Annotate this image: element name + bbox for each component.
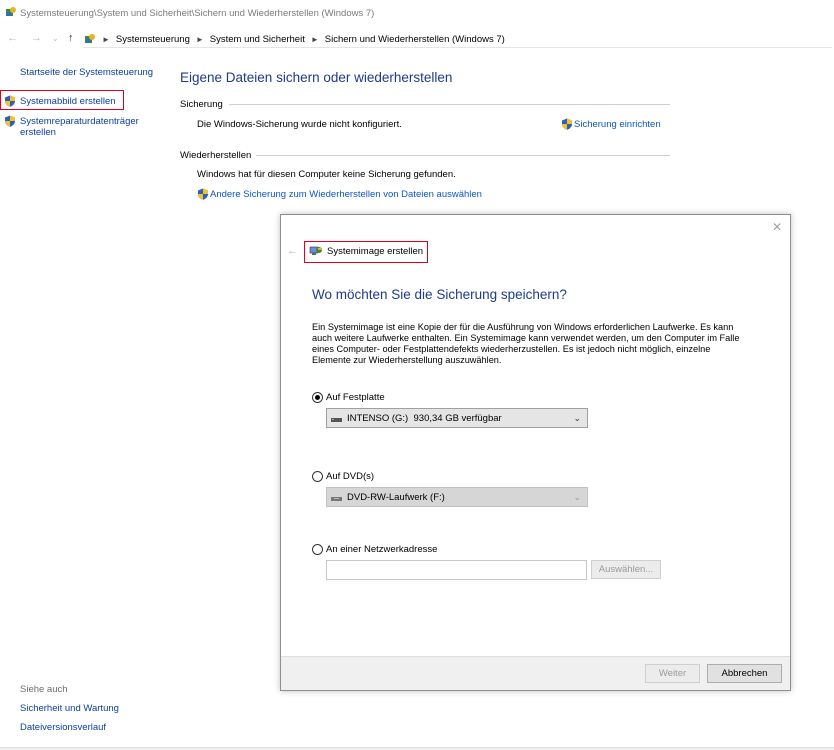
radio-label: Auf Festplatte	[326, 392, 385, 403]
group-divider	[229, 104, 670, 105]
dialog-question: Wo möchten Sie die Sicherung speichern?	[312, 287, 567, 302]
dialog-title: Systemimage erstellen	[327, 245, 424, 257]
page-title: Eigene Dateien sichern oder wiederherste…	[180, 70, 453, 85]
uac-shield-icon	[198, 188, 208, 200]
uac-shield-icon	[5, 115, 15, 127]
uac-shield-icon	[5, 95, 15, 107]
arrow-left-icon[interactable]: ←	[287, 245, 298, 257]
window-title: Systemsteuerung\System und Sicherheit\Si…	[20, 8, 375, 19]
group-label-wiederherstellen: Wiederherstellen	[180, 150, 252, 161]
create-system-image-dialog: ✕ ← Systemimage erstellen Wo möchten Sie…	[280, 214, 791, 691]
browse-button[interactable]: Auswählen...	[591, 560, 661, 579]
arrow-left-icon[interactable]: ←	[7, 32, 18, 44]
cancel-button[interactable]: Abbrechen	[707, 664, 782, 683]
uac-shield-icon	[562, 118, 572, 130]
dvd-drive-icon	[331, 494, 342, 501]
radio-option-network[interactable]: An einer Netzwerkadresse	[312, 544, 437, 555]
setup-backup-link[interactable]: Sicherung einrichten	[574, 119, 661, 130]
breadcrumb: ► Systemsteuerung ► System und Sicherhei…	[84, 33, 505, 45]
see-also-link-sicherheit-wartung[interactable]: Sicherheit und Wartung	[20, 703, 119, 714]
chevron-right-icon[interactable]: ►	[196, 35, 204, 44]
next-button[interactable]: Weiter	[645, 664, 700, 683]
chevron-down-icon: ⌄	[573, 413, 581, 423]
dialog-description: Ein Systemimage ist eine Kopie der für d…	[312, 322, 740, 365]
chevron-right-icon[interactable]: ►	[102, 35, 110, 44]
breadcrumb-item-sichern-wiederherstellen[interactable]: Sichern und Wiederherstellen (Windows 7)	[325, 34, 505, 45]
breadcrumb-item-systemsteuerung[interactable]: Systemsteuerung	[116, 34, 190, 45]
backup-status-text: Die Windows-Sicherung wurde nicht konfig…	[197, 119, 402, 130]
see-also-title: Siehe auch	[20, 684, 68, 695]
select-other-backup-link[interactable]: Andere Sicherung zum Wiederherstellen vo…	[210, 189, 482, 200]
dvd-select-value: DVD-RW-Laufwerk (F:)	[347, 491, 445, 503]
dialog-title-row: Systemimage erstellen	[309, 245, 423, 257]
backup-computer-icon	[309, 246, 322, 255]
radio-button[interactable]	[312, 471, 323, 482]
control-panel-icon	[6, 7, 16, 16]
dialog-footer: Weiter Abbrechen	[281, 656, 790, 690]
chevron-right-icon[interactable]: ►	[311, 35, 319, 44]
radio-label: Auf DVD(s)	[326, 471, 375, 482]
hard-drive-icon	[331, 415, 342, 422]
radio-option-dvd[interactable]: Auf DVD(s)	[312, 471, 374, 482]
breadcrumb-item-system-und-sicherheit[interactable]: System und Sicherheit	[210, 34, 305, 45]
group-divider	[256, 155, 670, 156]
sidebar-home-link[interactable]: Startseite der Systemsteuerung	[20, 67, 153, 78]
arrow-right-icon[interactable]: →	[31, 32, 42, 44]
sidebar-item-label-line1: Systemreparaturdatenträger	[20, 116, 139, 127]
dvd-select[interactable]: DVD-RW-Laufwerk (F:) ⌄	[326, 487, 588, 507]
chevron-down-icon: ⌄	[573, 492, 581, 502]
control-panel-icon	[85, 34, 95, 43]
close-icon[interactable]: ✕	[772, 220, 782, 234]
title-bar: Systemsteuerung\System und Sicherheit\Si…	[0, 0, 834, 26]
radio-label: An einer Netzwerkadresse	[326, 544, 438, 555]
recent-locations-chevron-icon[interactable]: ⌄	[52, 34, 59, 43]
hard-disk-select-value: INTENSO (G:) 930,34 GB verfügbar	[347, 412, 502, 424]
hard-disk-select[interactable]: INTENSO (G:) 930,34 GB verfügbar ⌄	[326, 408, 588, 428]
sidebar-item-label-line2: erstellen	[20, 127, 56, 138]
sidebar-item-systemreparaturdatentraeger[interactable]: Systemreparaturdatenträger erstellen	[20, 116, 139, 138]
sidebar-item-systemabbild-erstellen[interactable]: Systemabbild erstellen	[20, 96, 116, 107]
radio-button[interactable]	[312, 392, 323, 403]
radio-option-festplatte[interactable]: Auf Festplatte	[312, 392, 385, 403]
network-address-input[interactable]	[326, 560, 587, 580]
radio-button[interactable]	[312, 544, 323, 555]
restore-status-text: Windows hat für diesen Computer keine Si…	[197, 169, 456, 180]
group-label-sicherung: Sicherung	[180, 99, 223, 110]
see-also-link-dateiversionsverlauf[interactable]: Dateiversionsverlauf	[20, 722, 106, 733]
arrow-up-icon[interactable]: ↑	[68, 32, 74, 44]
